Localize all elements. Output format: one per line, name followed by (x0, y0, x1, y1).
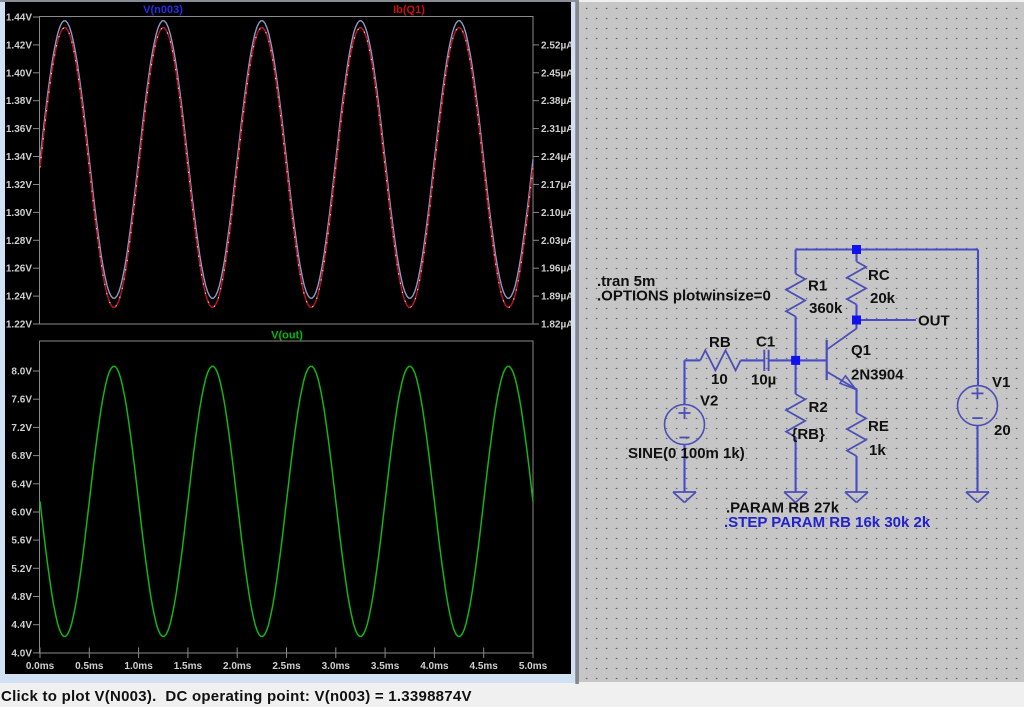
svg-text:OUT: OUT (918, 313, 950, 330)
svg-text:1.40V: 1.40V (6, 68, 32, 79)
svg-text:.OPTIONS plotwinsize=0: .OPTIONS plotwinsize=0 (597, 288, 771, 305)
svg-text:2.17µA: 2.17µA (541, 180, 573, 191)
svg-text:0.5ms: 0.5ms (75, 661, 104, 672)
svg-text:2.10µA: 2.10µA (541, 208, 573, 219)
svg-text:1.32V: 1.32V (6, 180, 32, 191)
svg-text:20k: 20k (870, 290, 896, 307)
svg-text:C1: C1 (756, 334, 775, 351)
svg-text:V(out): V(out) (271, 330, 303, 342)
svg-text:1.44V: 1.44V (6, 13, 32, 24)
svg-text:5.0ms: 5.0ms (519, 661, 548, 672)
svg-text:4.8V: 4.8V (11, 592, 32, 603)
svg-text:2.52µA: 2.52µA (541, 40, 573, 51)
svg-text:6.4V: 6.4V (11, 479, 32, 490)
svg-text:1k: 1k (869, 442, 886, 459)
svg-text:5.2V: 5.2V (11, 564, 32, 575)
svg-text:{RB}: {RB} (792, 426, 826, 443)
svg-text:1.5ms: 1.5ms (174, 661, 203, 672)
svg-text:20: 20 (994, 422, 1011, 439)
svg-text:4.0V: 4.0V (11, 648, 32, 659)
svg-text:RB: RB (709, 334, 731, 351)
svg-text:SINE(0 100m 1k): SINE(0 100m 1k) (628, 445, 745, 462)
svg-text:4.4V: 4.4V (11, 620, 32, 631)
svg-text:6.0V: 6.0V (11, 508, 32, 519)
svg-text:V1: V1 (992, 374, 1010, 391)
svg-text:1.89µA: 1.89µA (541, 292, 573, 303)
svg-text:RC: RC (868, 267, 890, 284)
svg-text:RE: RE (868, 418, 889, 435)
svg-text:2.38µA: 2.38µA (541, 96, 573, 107)
svg-text:1.42V: 1.42V (6, 40, 32, 51)
svg-text:4.5ms: 4.5ms (470, 661, 499, 672)
svg-text:R2: R2 (809, 399, 828, 416)
svg-text:3.5ms: 3.5ms (371, 661, 400, 672)
svg-text:2.45µA: 2.45µA (541, 68, 573, 79)
svg-text:1.26V: 1.26V (6, 264, 32, 275)
svg-text:2.03µA: 2.03µA (541, 236, 573, 247)
svg-text:2.5ms: 2.5ms (272, 661, 301, 672)
svg-text:1.24V: 1.24V (6, 292, 32, 303)
svg-text:1.36V: 1.36V (6, 124, 32, 135)
svg-text:1.82µA: 1.82µA (541, 320, 573, 331)
svg-text:V(n003): V(n003) (143, 4, 183, 16)
svg-text:Click to plot V(N003). DC ope: Click to plot V(N003). DC operating poin… (1, 688, 472, 705)
svg-text:1.28V: 1.28V (6, 236, 32, 247)
svg-text:360k: 360k (809, 300, 843, 317)
svg-text:0.0ms: 0.0ms (26, 661, 55, 672)
svg-text:Ib(Q1): Ib(Q1) (393, 4, 425, 16)
svg-text:8.0V: 8.0V (11, 367, 32, 378)
svg-text:1.38V: 1.38V (6, 96, 32, 107)
svg-text:6.8V: 6.8V (11, 451, 32, 462)
svg-text:1.22V: 1.22V (6, 320, 32, 331)
svg-text:R1: R1 (808, 278, 827, 295)
svg-text:1.96µA: 1.96µA (541, 264, 573, 275)
svg-text:10: 10 (711, 371, 728, 388)
svg-text:1.30V: 1.30V (6, 208, 32, 219)
svg-text:5.6V: 5.6V (11, 536, 32, 547)
svg-text:7.6V: 7.6V (11, 395, 32, 406)
svg-text:4.0ms: 4.0ms (420, 661, 449, 672)
svg-text:2.0ms: 2.0ms (223, 661, 252, 672)
svg-text:.STEP PARAM RB 16k 30k 2k: .STEP PARAM RB 16k 30k 2k (724, 514, 931, 531)
svg-text:1.0ms: 1.0ms (124, 661, 153, 672)
svg-text:2.31µA: 2.31µA (541, 124, 573, 135)
svg-text:7.2V: 7.2V (11, 423, 32, 434)
svg-text:10µ: 10µ (751, 372, 776, 389)
svg-text:1.34V: 1.34V (6, 152, 32, 163)
svg-text:2.24µA: 2.24µA (541, 152, 573, 163)
svg-text:2N3904: 2N3904 (851, 367, 904, 384)
svg-text:V2: V2 (700, 393, 718, 410)
svg-text:Q1: Q1 (851, 342, 871, 359)
svg-text:3.0ms: 3.0ms (322, 661, 351, 672)
